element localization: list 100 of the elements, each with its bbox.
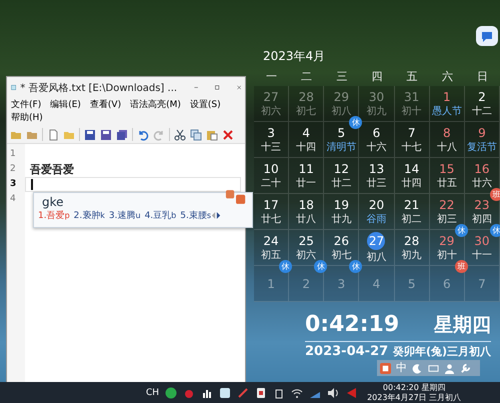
line-number: 1 [9,148,17,161]
day-number: 25 [298,234,314,248]
line-number: 4 [9,193,17,206]
moon-icon[interactable] [412,362,423,374]
text-cursor [31,179,33,190]
day-number: 26 [334,234,349,248]
calendar-month-title: 2023年4月 [262,48,326,65]
close-icon[interactable] [236,83,241,92]
day-number: 12 [334,162,349,176]
lunar-date: 初八 [366,252,386,264]
day-number: 11 [298,162,314,176]
today-day-number: 27 [367,232,386,250]
festival-label: 愚人节 [432,106,462,118]
ime-logo-icon[interactable] [380,362,391,374]
maximize-icon[interactable] [215,83,220,92]
weekday-label: 六 [440,69,454,85]
lunar-date: 初七 [296,106,316,118]
day-number: 21 [404,198,420,212]
holiday-badge: 班 [490,188,500,201]
chat-bubble-icon[interactable] [474,24,500,48]
wifi-icon[interactable] [291,386,304,398]
candidate-item[interactable]: 2.亵肿k [74,209,105,222]
candidate-item[interactable]: 1.吾爱p [38,209,70,222]
paste-icon[interactable] [206,128,218,140]
app-tray-icon[interactable] [219,386,232,398]
app-tray-icon[interactable] [255,386,268,398]
lunar-date: 十二 [472,106,492,118]
weekday-label: 五 [406,69,419,85]
lunar-date: 初九 [402,250,422,262]
copy-icon[interactable] [190,128,202,140]
holiday-badge: 休 [314,260,328,273]
delete-icon[interactable] [222,128,234,140]
language-indicator[interactable]: CH [146,388,160,398]
lunar-date: 十六 [366,142,386,154]
lunar-date: 初八 [331,106,352,118]
text-line: 吾爱吾爱 [30,162,74,177]
day-number: 9 [478,126,486,140]
lunar-date: 十一 [472,250,492,262]
arrow-icon[interactable] [345,386,358,398]
window-title: * 吾爱风格.txt [E:\Downloads] ... [20,82,178,94]
taskbar-date[interactable]: 2023年4月27日 三月初八 [367,392,462,402]
day-number: 1 [267,276,275,290]
festival-label: 清明节 [326,142,356,154]
clock-time: 0:42:19 [305,312,400,337]
day-number: 23 [474,198,490,212]
lunar-date: 初七 [331,250,352,262]
weekday-text: 星期四 [434,313,491,338]
notepad-icon [11,82,16,93]
lunar-date: 初六 [261,106,282,118]
candidate-item[interactable]: 4.豆乳b [144,209,176,222]
holiday-badge: 休 [349,116,362,129]
menu-item[interactable]: 文件(F) [11,99,42,112]
day-number: 27 [263,90,279,104]
menu-item[interactable]: 帮助(H) [11,112,43,125]
menu-item[interactable]: 编辑(E) [50,99,81,112]
lunar-date: 十四 [296,142,316,154]
line-number: 3 [9,178,18,191]
day-number: 7 [478,276,486,290]
undo-icon[interactable] [137,128,149,140]
day-number: 14 [404,162,420,176]
lunar-date-text: 癸卯年(兔)三月初八 [392,344,491,359]
lunar-date: 廿一 [296,178,316,190]
lunar-date: 廿八 [296,214,316,226]
festival-label: 复活节 [466,142,497,154]
lunar-date: 初二 [402,214,422,226]
weekday-label: 三 [335,69,348,85]
menu-item[interactable]: 设置(S) [190,99,221,112]
day-number: 1 [442,90,451,104]
speaker-icon[interactable] [327,386,340,398]
redo-icon [153,128,165,140]
lunar-date: 二十 [261,178,282,190]
next-page-icon[interactable] [216,211,222,220]
lunar-date: 初六 [296,250,316,262]
holiday-badge: 休 [454,224,468,237]
date-text: 2023-04-27 [305,344,388,359]
new-file-icon[interactable] [47,128,59,140]
menu-item[interactable]: 语法高亮(M) [130,99,181,112]
day-number: 10 [263,162,279,176]
ime-logo-icon [225,190,247,205]
candidate-item[interactable]: 3.速腾u [108,209,141,222]
wrench-icon[interactable] [460,362,471,374]
day-number: 7 [408,126,416,140]
composition-text: gke [42,195,64,209]
day-number: 28 [298,90,314,104]
candidate-item[interactable]: 5.束腰s [180,209,212,222]
save-icon[interactable] [100,128,112,140]
lunar-date: 廿九 [331,214,352,226]
holiday-badge: 休 [279,260,292,273]
day-number: 5 [338,126,346,140]
lunar-date: 廿三 [366,178,386,190]
scissors-icon[interactable] [174,128,186,140]
menu-item[interactable]: 查看(V) [90,99,122,112]
day-number: 19 [334,198,349,212]
person-icon[interactable] [444,362,455,374]
save-icon[interactable] [84,128,96,140]
keyboard-icon[interactable] [428,362,439,374]
day-number: 29 [334,90,349,104]
save-all-icon[interactable] [116,128,128,140]
taskbar-time[interactable]: 00:42:20 星期四 [382,382,446,392]
lunar-date: 初十 [436,250,457,262]
